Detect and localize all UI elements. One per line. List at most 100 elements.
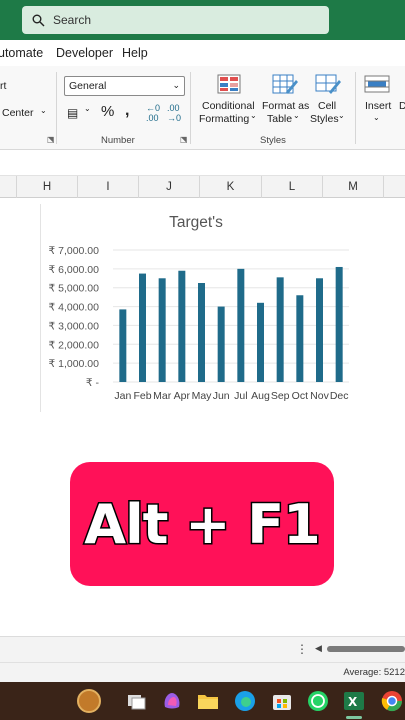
- number-group-label: Number: [101, 135, 135, 146]
- status-bar: Average: 5212: [0, 662, 405, 682]
- dialog-launcher-icon[interactable]: ⬔: [180, 135, 188, 144]
- active-app-indicator: [346, 716, 362, 719]
- chevron-down-icon[interactable]: ⌄: [293, 111, 300, 120]
- bar-dec[interactable]: [335, 266, 343, 382]
- search-placeholder: Search: [53, 13, 92, 27]
- bar-may[interactable]: [198, 283, 205, 382]
- ribbon-separator: [355, 72, 356, 144]
- column-header-partial[interactable]: [0, 176, 17, 198]
- shortcut-callout: Alt + F1: [70, 462, 334, 586]
- cell-styles-line1[interactable]: Cell: [318, 100, 336, 112]
- comma-style-icon[interactable]: ,: [125, 102, 129, 120]
- conditional-formatting-line1[interactable]: Conditional: [202, 100, 255, 112]
- percent-icon[interactable]: %: [101, 103, 114, 120]
- delete-button-partial[interactable]: D: [399, 100, 405, 112]
- merge-center-button[interactable]: Center: [2, 107, 34, 119]
- x-tick-label: Mar: [153, 390, 172, 402]
- y-tick-label: ₹ 6,000.00: [49, 264, 100, 276]
- y-tick-label: ₹ 2,000.00: [49, 339, 100, 351]
- format-as-table-line2[interactable]: Table: [267, 113, 292, 125]
- format-as-table-line1[interactable]: Format as: [262, 100, 309, 112]
- wrap-text-button[interactable]: rt: [0, 80, 6, 92]
- number-format-select[interactable]: General ⌄: [64, 76, 185, 96]
- conditional-formatting-line2[interactable]: Formatting: [199, 113, 249, 125]
- app-avatar-icon[interactable]: [77, 689, 101, 713]
- x-tick-label: Nov: [310, 390, 329, 402]
- whatsapp-icon[interactable]: [306, 689, 330, 713]
- insert-cells-icon[interactable]: [364, 74, 390, 94]
- cell-styles-icon[interactable]: [315, 74, 341, 94]
- cell-styles-line2[interactable]: Styles: [310, 113, 339, 125]
- x-tick-label: Jun: [213, 390, 230, 402]
- x-tick-label: Feb: [133, 390, 151, 402]
- x-tick-label: Aug: [251, 390, 270, 402]
- x-tick-label: Apr: [174, 390, 191, 402]
- bar-chart[interactable]: ₹ 7,000.00 ₹ 6,000.00 ₹ 5,000.00 ₹ 4,000.00…: [41, 204, 351, 412]
- chevron-down-icon[interactable]: ⌄: [84, 104, 91, 113]
- bar-apr[interactable]: [178, 270, 186, 382]
- file-explorer-icon[interactable]: [196, 689, 220, 713]
- chevron-down-icon: ⌄: [172, 80, 180, 90]
- x-tick-label: Oct: [292, 390, 308, 402]
- column-header-m[interactable]: M: [323, 176, 384, 198]
- decrease-decimal-icon[interactable]: .00 →0: [167, 103, 181, 123]
- edge-browser-icon[interactable]: [233, 689, 257, 713]
- scroll-left-icon[interactable]: ◀: [315, 643, 322, 654]
- increase-decimal-icon[interactable]: ←0.00: [146, 103, 160, 123]
- menu-automate[interactable]: utomate: [0, 46, 43, 60]
- accounting-format-icon[interactable]: ▤: [67, 106, 78, 120]
- x-tick-label: May: [192, 390, 213, 402]
- bar-sep[interactable]: [276, 277, 284, 382]
- column-header-k[interactable]: K: [200, 176, 262, 198]
- x-tick-label: Jul: [234, 390, 247, 402]
- chrome-icon[interactable]: [380, 689, 404, 713]
- y-tick-label: ₹ 3,000.00: [49, 320, 100, 332]
- chevron-down-icon[interactable]: ⌄: [250, 111, 257, 120]
- x-tick-label: Dec: [330, 390, 349, 402]
- bar-feb[interactable]: [139, 273, 146, 382]
- copilot-icon[interactable]: [160, 689, 184, 713]
- formula-bar[interactable]: [0, 150, 405, 176]
- bar-nov[interactable]: [316, 278, 323, 382]
- horizontal-scrollbar[interactable]: [327, 646, 405, 652]
- format-as-table-icon[interactable]: [272, 74, 298, 94]
- y-tick-label: ₹ 7,000.00: [49, 245, 100, 257]
- column-header-l[interactable]: L: [262, 176, 323, 198]
- microsoft-store-icon[interactable]: [270, 689, 294, 713]
- svg-text:X: X: [348, 695, 358, 709]
- menu-developer[interactable]: Developer: [56, 46, 113, 60]
- title-bar: Search: [0, 0, 405, 40]
- dialog-launcher-icon[interactable]: ⬔: [47, 135, 55, 144]
- menu-bar: utomate Developer Help: [0, 40, 405, 66]
- chevron-down-icon[interactable]: ⌄: [40, 106, 47, 115]
- column-header-i[interactable]: I: [78, 176, 139, 198]
- shortcut-text: Alt + F1: [83, 491, 322, 557]
- bar-jun[interactable]: [217, 306, 225, 382]
- chevron-down-icon[interactable]: ⌄: [373, 113, 380, 122]
- bar-jan[interactable]: [119, 309, 127, 382]
- taskbar: X: [0, 682, 405, 720]
- column-header-j[interactable]: J: [139, 176, 200, 198]
- ribbon-separator: [190, 72, 191, 144]
- column-header-h[interactable]: H: [17, 176, 78, 198]
- conditional-formatting-icon[interactable]: [217, 74, 241, 94]
- task-view-icon[interactable]: [124, 689, 148, 713]
- bar-jul[interactable]: [237, 268, 245, 382]
- worksheet[interactable]: Target's ₹ 7,000.00 ₹ 6,000.00 ₹ 5,000.00 ₹…: [0, 198, 405, 636]
- styles-group-label: Styles: [260, 135, 286, 146]
- y-tick-label: ₹ 1,000.00: [49, 358, 100, 370]
- y-tick-label: ₹ 4,000.00: [49, 302, 100, 314]
- y-tick-label: ₹ 5,000.00: [49, 283, 100, 295]
- insert-button[interactable]: Insert: [365, 100, 391, 112]
- more-options-icon[interactable]: ⋮: [296, 642, 308, 656]
- search-icon: [32, 14, 45, 26]
- bar-oct[interactable]: [296, 295, 304, 382]
- chevron-down-icon[interactable]: ⌄: [338, 111, 345, 120]
- bar-mar[interactable]: [158, 278, 166, 382]
- bar-aug[interactable]: [257, 302, 264, 382]
- menu-help[interactable]: Help: [122, 46, 148, 60]
- chart-area[interactable]: Target's ₹ 7,000.00 ₹ 6,000.00 ₹ 5,000.00 ₹…: [40, 204, 350, 412]
- y-tick-label: ₹ -: [86, 377, 100, 389]
- search-box[interactable]: Search: [22, 6, 329, 34]
- excel-icon[interactable]: X: [342, 689, 366, 713]
